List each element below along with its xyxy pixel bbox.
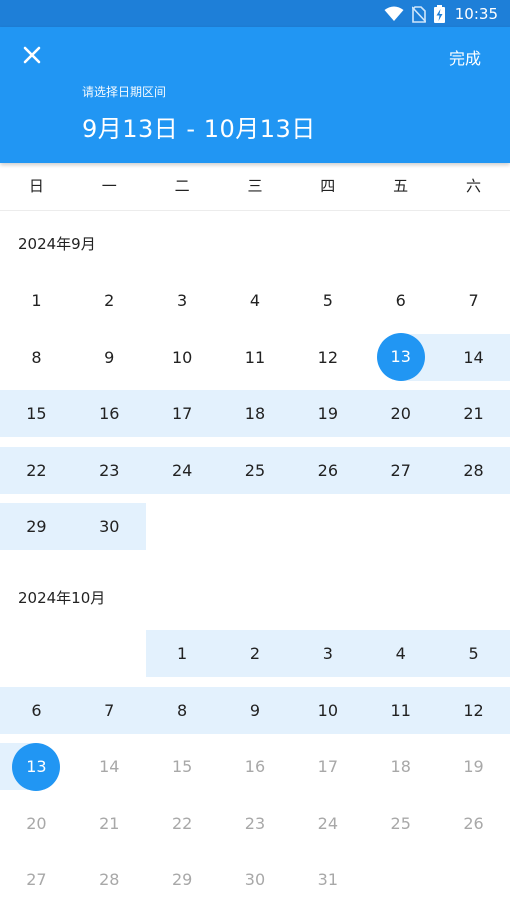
- calendar-day: 28: [99, 870, 120, 890]
- calendar-day: 19: [463, 757, 484, 777]
- calendar-day[interactable]: 1: [0, 277, 73, 324]
- calendar-day: 16: [244, 757, 266, 777]
- calendar-day[interactable]: 1: [146, 630, 219, 677]
- calendar-day[interactable]: 2: [219, 630, 292, 677]
- calendar-day: 25: [390, 813, 411, 833]
- calendar-day: 22: [171, 813, 193, 833]
- calendar-day: 23: [244, 813, 266, 833]
- calendar-day[interactable]: 3: [291, 630, 364, 677]
- calendar-day: 17: [317, 757, 339, 777]
- calendar-day: 27: [26, 870, 47, 890]
- done-button[interactable]: 完成: [449, 45, 481, 69]
- calendar-day[interactable]: 8: [0, 334, 73, 381]
- calendar-day: 26: [463, 813, 484, 833]
- calendar-day[interactable]: 9: [73, 334, 146, 381]
- calendar-day[interactable]: 4: [364, 630, 437, 677]
- calendar-day[interactable]: 27: [364, 447, 437, 494]
- calendar-day[interactable]: 12: [291, 334, 364, 381]
- calendar-day: 31: [317, 870, 339, 890]
- calendar-day[interactable]: 9: [219, 687, 292, 734]
- calendar-day[interactable]: 15: [0, 390, 73, 437]
- calendar-day[interactable]: 4: [219, 277, 292, 324]
- weekday-label: 一: [101, 177, 117, 195]
- weekday-label: 二: [174, 177, 190, 195]
- calendar-day: 21: [99, 813, 120, 833]
- calendar-day[interactable]: 10: [291, 687, 364, 734]
- calendar-day[interactable]: 26: [291, 447, 364, 494]
- calendar-day[interactable]: 6: [364, 277, 437, 324]
- wifi-icon: [384, 6, 404, 21]
- calendar-day[interactable]: 3: [146, 277, 219, 324]
- selected-range: 9月13日 - 10月13日: [82, 115, 316, 143]
- weekday-label: 五: [393, 177, 409, 195]
- calendar-day: 14: [99, 757, 120, 777]
- calendar-day[interactable]: 11: [219, 334, 292, 381]
- close-icon[interactable]: [20, 43, 44, 67]
- calendar-day[interactable]: 14: [437, 334, 510, 381]
- weekday-header: 日 一 二 三 四 五 六: [0, 163, 510, 211]
- month-title: 2024年10月: [18, 589, 106, 607]
- calendar-day: 29: [171, 870, 193, 890]
- calendar-day[interactable]: 11: [364, 687, 437, 734]
- header-subtitle: 请选择日期区间: [82, 85, 167, 99]
- status-time: 10:35: [454, 5, 498, 23]
- calendar-day[interactable]: 20: [364, 390, 437, 437]
- status-bar: 10:35: [0, 0, 510, 27]
- calendar-day: 24: [317, 813, 339, 833]
- calendar-day: 30: [244, 870, 266, 890]
- calendar-day[interactable]: 21: [437, 390, 510, 437]
- calendar-day[interactable]: 30: [73, 503, 146, 550]
- battery-charging-icon: [433, 5, 445, 23]
- calendar-day[interactable]: 17: [146, 390, 219, 437]
- selected-day[interactable]: 13: [0, 742, 73, 791]
- calendar-day[interactable]: 8: [146, 687, 219, 734]
- selected-day[interactable]: 13: [364, 333, 437, 382]
- month-title: 2024年9月: [18, 235, 96, 253]
- calendar-day: 18: [390, 757, 411, 777]
- calendar-day[interactable]: 7: [73, 687, 146, 734]
- weekday-label: 六: [465, 177, 481, 195]
- calendar-day[interactable]: 18: [219, 390, 292, 437]
- calendar-day[interactable]: 28: [437, 447, 510, 494]
- calendar-day: 20: [26, 813, 47, 833]
- weekday-label: 四: [320, 177, 336, 195]
- calendar-day[interactable]: 7: [437, 277, 510, 324]
- calendar-day[interactable]: 12: [437, 687, 510, 734]
- calendar-day[interactable]: 24: [146, 447, 219, 494]
- calendar-day[interactable]: 25: [219, 447, 292, 494]
- calendar-day[interactable]: 29: [0, 503, 73, 550]
- calendar-day[interactable]: 5: [291, 277, 364, 324]
- calendar-day[interactable]: 22: [0, 447, 73, 494]
- calendar-day[interactable]: 5: [437, 630, 510, 677]
- calendar-day[interactable]: 19: [291, 390, 364, 437]
- calendar-day[interactable]: 6: [0, 687, 73, 734]
- calendar-day[interactable]: 10: [146, 334, 219, 381]
- no-sim-icon: [411, 5, 426, 23]
- date-range-header: 完成 请选择日期区间 9月13日 - 10月13日: [0, 27, 510, 163]
- calendar-day[interactable]: 2: [73, 277, 146, 324]
- weekday-label: 日: [28, 177, 44, 195]
- calendar-day[interactable]: 23: [73, 447, 146, 494]
- calendar-day[interactable]: 16: [73, 390, 146, 437]
- calendar-day: 15: [171, 757, 193, 777]
- weekday-label: 三: [247, 177, 263, 195]
